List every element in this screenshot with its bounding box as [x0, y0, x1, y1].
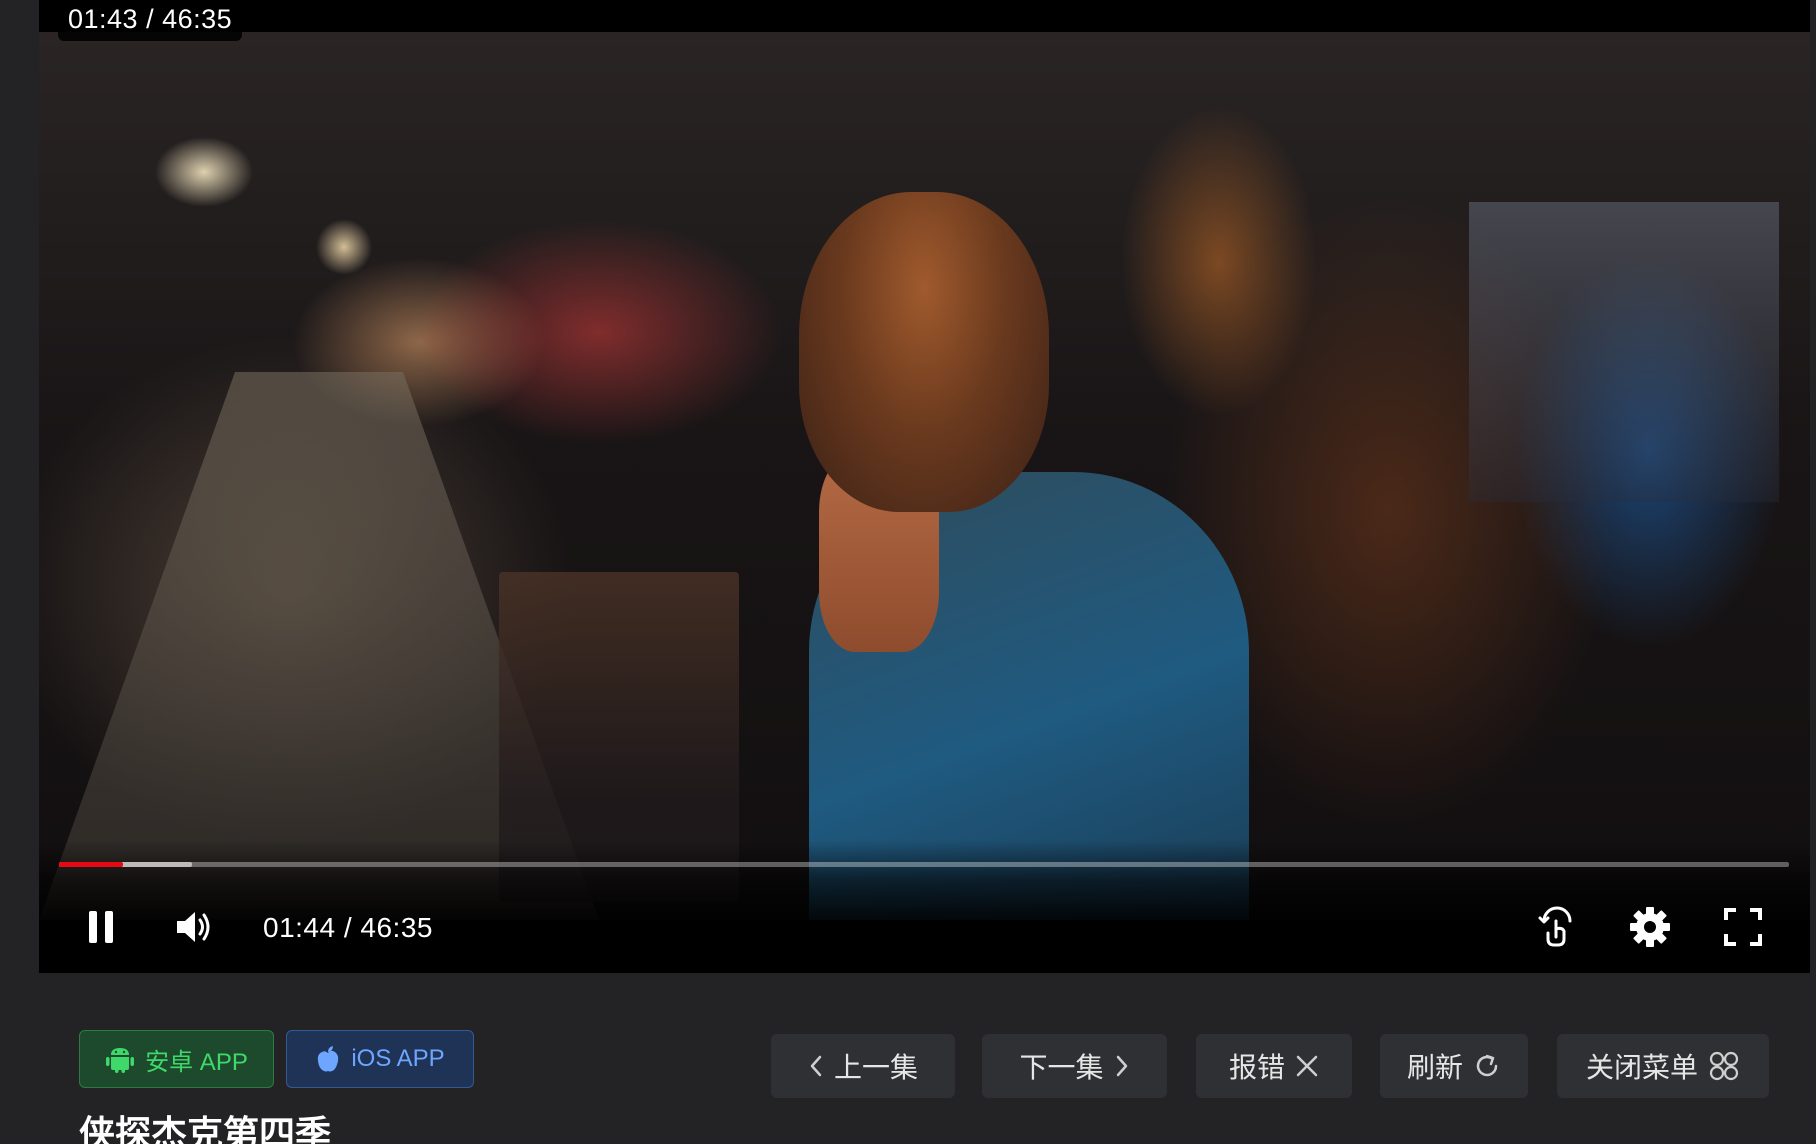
pause-icon — [89, 911, 113, 943]
current-time: 01:44 / 46:35 — [263, 912, 433, 943]
page: 01:43 / 46:35 01:44 / 46:35 安卓 APP iOS A… — [0, 0, 1816, 1144]
chevron-left-icon — [810, 1055, 822, 1077]
apple-icon — [318, 1046, 339, 1072]
next-episode-label: 下一集 — [1019, 1052, 1104, 1083]
gear-icon — [1630, 907, 1670, 947]
refresh-icon — [1476, 1054, 1498, 1077]
volume-button[interactable] — [173, 905, 217, 949]
scene-window — [1469, 202, 1779, 502]
settings-button[interactable] — [1628, 905, 1672, 949]
ios-app-button[interactable]: iOS APP — [286, 1030, 474, 1088]
menu-grid-icon — [1709, 1051, 1739, 1081]
close-menu-label: 关闭菜单 — [1585, 1052, 1698, 1083]
refresh-button[interactable]: 刷新 — [1380, 1034, 1528, 1098]
progress-played — [59, 862, 123, 867]
gesture-button[interactable] — [1535, 905, 1579, 949]
volume-icon — [177, 912, 210, 942]
page-title: 侠探杰克第四季 — [79, 1113, 332, 1144]
video-player[interactable]: 01:43 / 46:35 01:44 / 46:35 — [39, 0, 1810, 973]
ios-app-label: iOS APP — [351, 1045, 445, 1072]
report-error-label: 报错 — [1228, 1052, 1285, 1083]
prev-episode-button[interactable]: 上一集 — [771, 1034, 955, 1098]
fullscreen-icon — [1724, 908, 1762, 946]
close-menu-button[interactable]: 关闭菜单 — [1557, 1034, 1769, 1098]
close-x-icon — [1296, 1055, 1318, 1077]
player-controls: 01:44 / 46:35 — [39, 840, 1810, 973]
overlay-time: 01:43 / 46:35 — [58, 0, 243, 41]
video-frame[interactable] — [39, 32, 1810, 920]
android-icon — [106, 1048, 135, 1073]
android-app-label: 安卓 APP — [145, 1048, 248, 1076]
pause-button[interactable] — [79, 905, 123, 949]
chevron-right-icon — [1116, 1055, 1127, 1077]
prev-episode-label: 上一集 — [833, 1052, 918, 1083]
refresh-label: 刷新 — [1406, 1052, 1463, 1083]
scene-person-head — [799, 192, 1049, 512]
progress-bar[interactable] — [59, 862, 1789, 867]
gesture-icon — [1538, 906, 1572, 947]
report-error-button[interactable]: 报错 — [1196, 1034, 1352, 1098]
fullscreen-button[interactable] — [1721, 905, 1765, 949]
next-episode-button[interactable]: 下一集 — [982, 1034, 1167, 1098]
android-app-button[interactable]: 安卓 APP — [79, 1030, 274, 1088]
